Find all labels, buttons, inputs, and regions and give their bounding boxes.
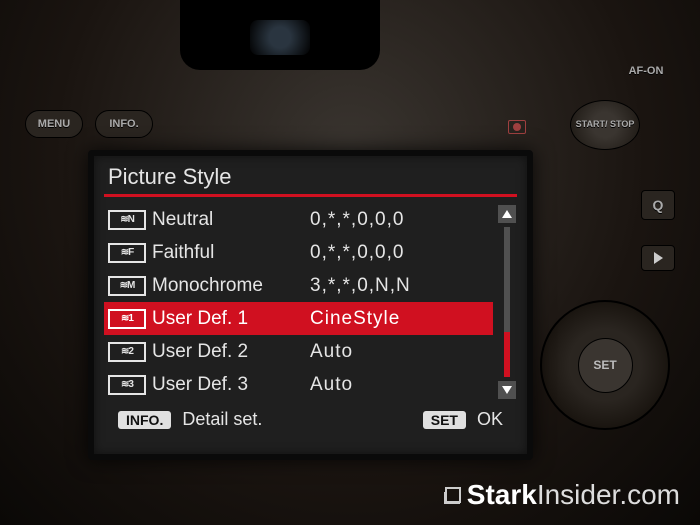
- picture-style-value: 3,*,*,0,N,N: [310, 275, 493, 297]
- menu-footer: INFO. Detail set. SET OK: [104, 401, 517, 430]
- menu-title: Picture Style: [104, 164, 517, 194]
- picture-style-name: User Def. 2: [152, 341, 310, 363]
- picture-style-name: User Def. 1: [152, 308, 310, 330]
- control-dial[interactable]: SET: [540, 300, 670, 430]
- watermark: StarkInsider.com: [445, 479, 680, 511]
- scroll-down-icon[interactable]: [498, 381, 516, 399]
- info-button[interactable]: INFO.: [95, 110, 153, 138]
- start-stop-button[interactable]: START/ STOP: [570, 100, 640, 150]
- watermark-brand-bold: Stark: [467, 479, 537, 510]
- set-button[interactable]: SET: [578, 338, 633, 393]
- ok-label: OK: [477, 409, 503, 429]
- picture-style-row[interactable]: ≋3 User Def. 3Auto: [104, 368, 493, 401]
- picture-style-icon: ≋M: [108, 276, 146, 296]
- set-key-chip: SET: [423, 411, 466, 429]
- picture-style-name: Faithful: [152, 242, 310, 264]
- picture-style-row[interactable]: ≋1 User Def. 1CineStyle: [104, 302, 493, 335]
- picture-style-icon: ≋N: [108, 210, 146, 230]
- picture-style-value: 0,*,*,0,0,0: [310, 242, 493, 264]
- picture-style-icon: ≋2: [108, 342, 146, 362]
- scroll-thumb[interactable]: [504, 332, 510, 377]
- picture-style-row[interactable]: ≋2 User Def. 2Auto: [104, 335, 493, 368]
- playback-button[interactable]: [641, 245, 675, 271]
- watermark-brand-light: Insider: [537, 479, 620, 510]
- record-indicator-icon: [508, 120, 526, 134]
- watermark-suffix: .com: [619, 479, 680, 510]
- picture-style-name: User Def. 3: [152, 374, 310, 396]
- picture-style-icon: ≋3: [108, 375, 146, 395]
- q-button[interactable]: Q: [641, 190, 675, 220]
- title-underline: [104, 194, 517, 197]
- picture-style-value: 0,*,*,0,0,0: [310, 209, 493, 231]
- viewfinder: [180, 0, 380, 70]
- picture-style-name: Neutral: [152, 209, 310, 231]
- scrollbar[interactable]: [497, 203, 517, 401]
- picture-style-icon: ≋F: [108, 243, 146, 263]
- footer-detail-hint: INFO. Detail set.: [118, 409, 262, 430]
- picture-style-value: Auto: [310, 341, 493, 363]
- picture-style-value: CineStyle: [310, 308, 493, 330]
- af-on-button[interactable]: AF-ON: [622, 60, 670, 82]
- picture-style-name: Monochrome: [152, 275, 310, 297]
- picture-style-list: ≋N Neutral0,*,*,0,0,0 ≋F Faithful0,*,*,0,0,…: [104, 203, 493, 401]
- scroll-up-icon[interactable]: [498, 205, 516, 223]
- detail-set-label: Detail set.: [182, 409, 262, 429]
- picture-style-icon: ≋1: [108, 309, 146, 329]
- picture-style-row[interactable]: ≋F Faithful0,*,*,0,0,0: [104, 236, 493, 269]
- menu-button[interactable]: MENU: [25, 110, 83, 138]
- footer-ok-hint: SET OK: [423, 409, 503, 430]
- picture-style-value: Auto: [310, 374, 493, 396]
- info-key-chip: INFO.: [118, 411, 171, 429]
- scroll-track: [504, 227, 510, 377]
- lcd-screen: Picture Style ≋N Neutral0,*,*,0,0,0 ≋F Fait…: [88, 150, 533, 460]
- watermark-icon: [445, 487, 461, 503]
- picture-style-row[interactable]: ≋M Monochrome3,*,*,0,N,N: [104, 269, 493, 302]
- picture-style-row[interactable]: ≋N Neutral0,*,*,0,0,0: [104, 203, 493, 236]
